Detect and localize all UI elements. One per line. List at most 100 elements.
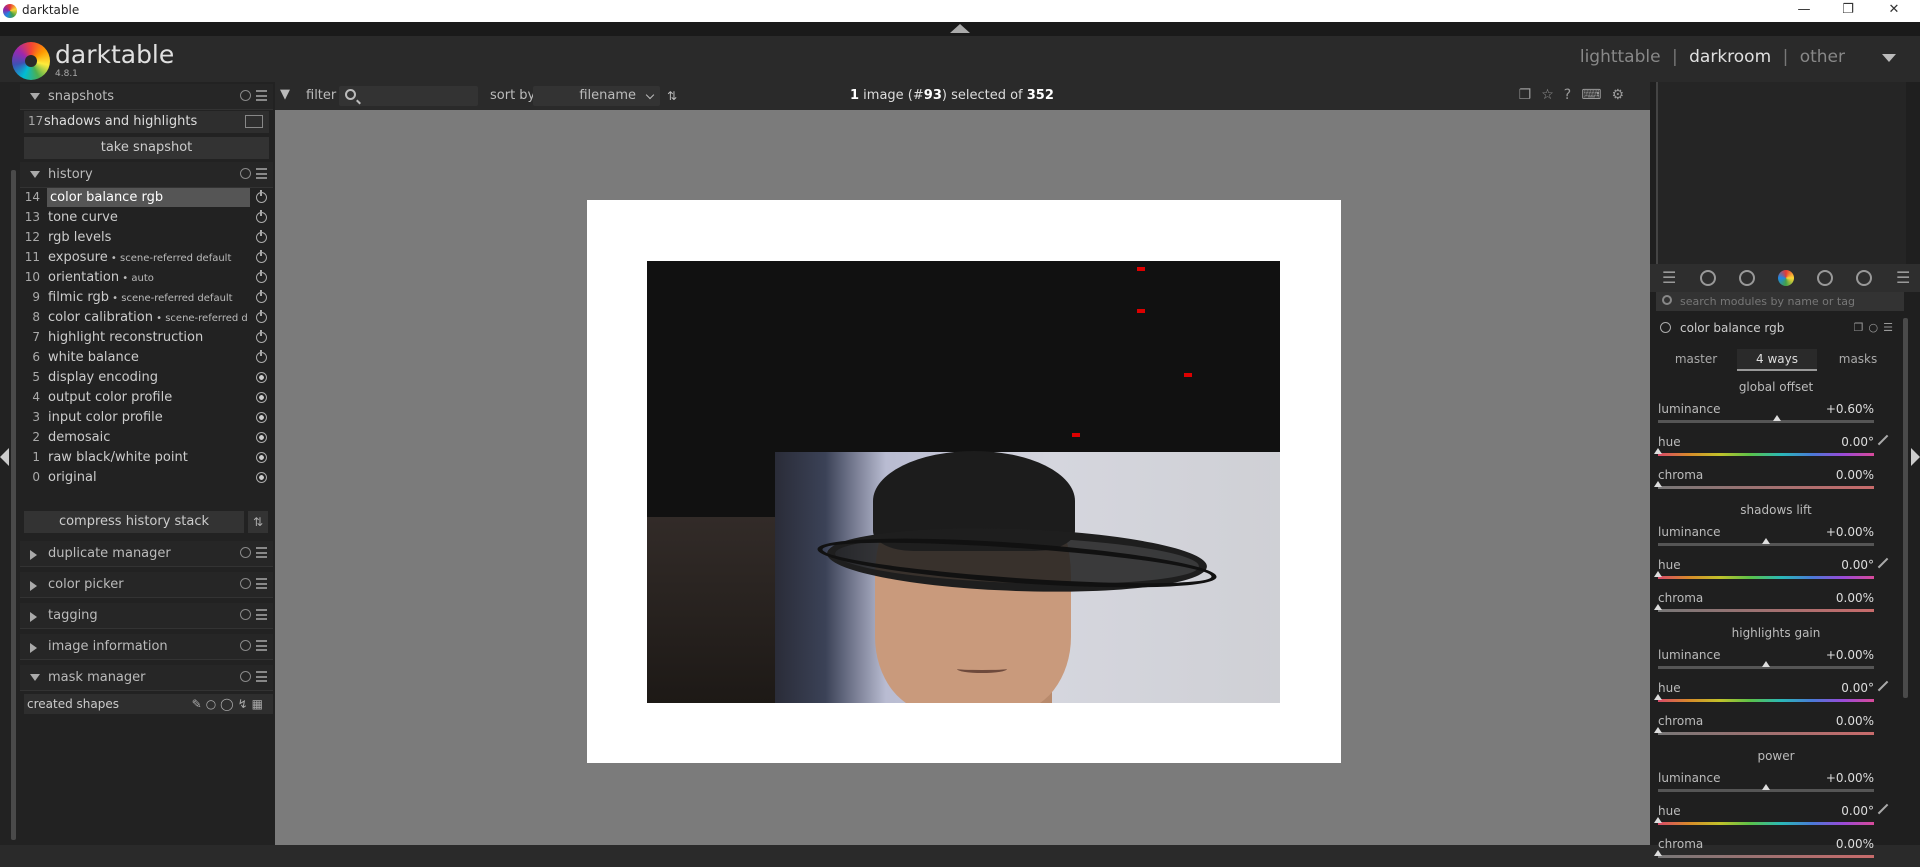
history-item[interactable]: 13 tone curve	[24, 208, 269, 228]
history-header[interactable]: history	[20, 162, 273, 188]
history-item[interactable]: 11 exposure • scene-referred default	[24, 248, 269, 268]
edited-photo[interactable]	[647, 261, 1280, 703]
slider-marker-icon[interactable]	[1654, 604, 1662, 610]
slider-lum[interactable]: luminance +0.00%	[1658, 648, 1874, 678]
presets-menu-icon[interactable]	[256, 671, 267, 682]
tab-4-ways[interactable]: 4 ways	[1737, 349, 1817, 371]
collapse-top-panel-icon[interactable]	[950, 24, 970, 33]
slider-track[interactable]	[1658, 699, 1874, 702]
presets-menu-icon[interactable]	[256, 90, 267, 101]
slider-hue[interactable]: hue 0.00°	[1654, 680, 1894, 711]
slider-marker-icon[interactable]	[1762, 538, 1770, 544]
slider-chroma[interactable]: chroma 0.00%	[1654, 837, 1874, 867]
history-item[interactable]: 2 demosaic	[24, 428, 269, 448]
history-item[interactable]: 6 white balance	[24, 348, 269, 368]
slider-track[interactable]	[1658, 486, 1874, 489]
history-item[interactable]: 8 color calibration • scene-referred defa…	[24, 308, 269, 328]
slider-marker-icon[interactable]	[1772, 415, 1781, 421]
left-scrollbar[interactable]	[11, 170, 16, 840]
reset-icon[interactable]	[240, 640, 251, 651]
slider-track[interactable]	[1658, 420, 1874, 423]
history-item[interactable]: 12 rgb levels	[24, 228, 269, 248]
slider-track[interactable]	[1658, 609, 1874, 612]
filter-search-input[interactable]	[339, 86, 478, 106]
history-item[interactable]: 10 orientation • auto	[24, 268, 269, 288]
history-item[interactable]: 14 color balance rgb	[24, 188, 269, 208]
history-item[interactable]: 9 filmic rgb • scene-referred default	[24, 288, 269, 308]
slider-marker-icon[interactable]	[1762, 784, 1770, 790]
reset-icon[interactable]	[240, 578, 251, 589]
snapshots-header[interactable]: snapshots	[20, 84, 273, 110]
mask-manager-header[interactable]: mask manager	[20, 665, 273, 691]
right-scrollbar[interactable]	[1903, 318, 1908, 698]
image-information-header[interactable]: image information	[20, 634, 273, 660]
slider-track[interactable]	[1658, 453, 1874, 456]
take-snapshot-button[interactable]: take snapshot	[24, 137, 269, 159]
snapshot-item[interactable]: 17 shadows and highlights	[24, 111, 269, 133]
slider-hue[interactable]: hue 0.00°	[1654, 803, 1894, 834]
slider-hue[interactable]: hue 0.00°	[1654, 557, 1894, 588]
duplicate-manager-header[interactable]: duplicate manager	[20, 541, 273, 567]
filter-funnel-icon[interactable]: ▼	[280, 87, 293, 102]
grouping-icon[interactable]: ❐	[1519, 87, 1542, 103]
view-other[interactable]: other	[1800, 47, 1845, 67]
sort-select[interactable]: filename	[533, 86, 660, 106]
effect-modules-icon[interactable]	[1856, 270, 1872, 286]
tab-masks[interactable]: masks	[1818, 349, 1898, 369]
slider-lum[interactable]: luminance +0.60%	[1658, 402, 1874, 432]
history-item[interactable]: 3 input color profile	[24, 408, 269, 428]
presets-menu-icon[interactable]	[256, 609, 267, 620]
module-header-icons[interactable]: ❐○☰	[1854, 321, 1898, 334]
reset-icon[interactable]	[240, 168, 251, 179]
slider-marker-icon[interactable]	[1762, 661, 1770, 667]
module-search-input[interactable]: search modules by name or tag	[1656, 292, 1904, 311]
copy-history-icon[interactable]: ⇅	[248, 511, 268, 533]
histogram[interactable]	[1656, 82, 1906, 265]
slider-chroma[interactable]: chroma 0.00%	[1654, 591, 1874, 621]
quick-access-icon[interactable]: ☰	[1662, 268, 1676, 287]
darkroom-center-view[interactable]	[275, 110, 1650, 845]
slider-lum[interactable]: luminance +0.00%	[1658, 525, 1874, 555]
view-darkroom[interactable]: darkroom	[1689, 47, 1771, 67]
history-item[interactable]: 5 display encoding	[24, 368, 269, 388]
slider-track[interactable]	[1658, 822, 1874, 825]
history-item[interactable]: 0 original	[24, 468, 269, 488]
slider-marker-icon[interactable]	[1654, 817, 1662, 823]
reset-icon[interactable]	[240, 90, 251, 101]
compress-history-button[interactable]: compress history stack	[24, 511, 244, 533]
views-dropdown-icon[interactable]	[1882, 54, 1896, 62]
slider-chroma[interactable]: chroma 0.00%	[1654, 714, 1874, 744]
close-icon[interactable]: ✕	[1882, 2, 1906, 20]
split-view-icon[interactable]	[245, 115, 263, 128]
collapse-left-panel-icon[interactable]	[0, 448, 9, 466]
slider-marker-icon[interactable]	[1654, 850, 1662, 856]
presets-menu-icon[interactable]	[256, 168, 267, 179]
presets-menu-icon[interactable]	[256, 640, 267, 651]
color-picker-header[interactable]: color picker	[20, 572, 273, 598]
minimize-icon[interactable]: —	[1792, 2, 1816, 20]
active-modules-icon[interactable]	[1700, 270, 1716, 286]
preferences-gear-icon[interactable]: ⚙	[1611, 87, 1634, 103]
base-modules-icon[interactable]	[1739, 270, 1755, 286]
star-overlay-icon[interactable]: ☆	[1541, 87, 1564, 103]
slider-track[interactable]	[1658, 576, 1874, 579]
shape-tools-icons[interactable]: ✎○◯↯▦	[192, 697, 267, 711]
history-item[interactable]: 7 highlight reconstruction	[24, 328, 269, 348]
tagging-header[interactable]: tagging	[20, 603, 273, 629]
presets-menu-icon[interactable]	[256, 578, 267, 589]
shortcuts-keyboard-icon[interactable]: ⌨	[1581, 87, 1611, 103]
reset-icon[interactable]	[240, 671, 251, 682]
slider-hue[interactable]: hue 0.00°	[1654, 434, 1894, 465]
sort-order-icon[interactable]: ⇅	[667, 89, 677, 103]
restore-icon[interactable]: ❐	[1836, 2, 1860, 20]
slider-chroma[interactable]: chroma 0.00%	[1654, 468, 1874, 498]
history-item[interactable]: 1 raw black/white point	[24, 448, 269, 468]
collapse-right-panel-icon[interactable]	[1911, 448, 1920, 466]
slider-lum[interactable]: luminance +0.00%	[1658, 771, 1874, 801]
history-item[interactable]: 4 output color profile	[24, 388, 269, 408]
view-lighttable[interactable]: lighttable	[1580, 47, 1661, 67]
correct-modules-icon[interactable]	[1817, 270, 1833, 286]
reset-icon[interactable]	[240, 609, 251, 620]
slider-marker-icon[interactable]	[1654, 694, 1662, 700]
module-groups-menu-icon[interactable]: ☰	[1896, 268, 1910, 287]
